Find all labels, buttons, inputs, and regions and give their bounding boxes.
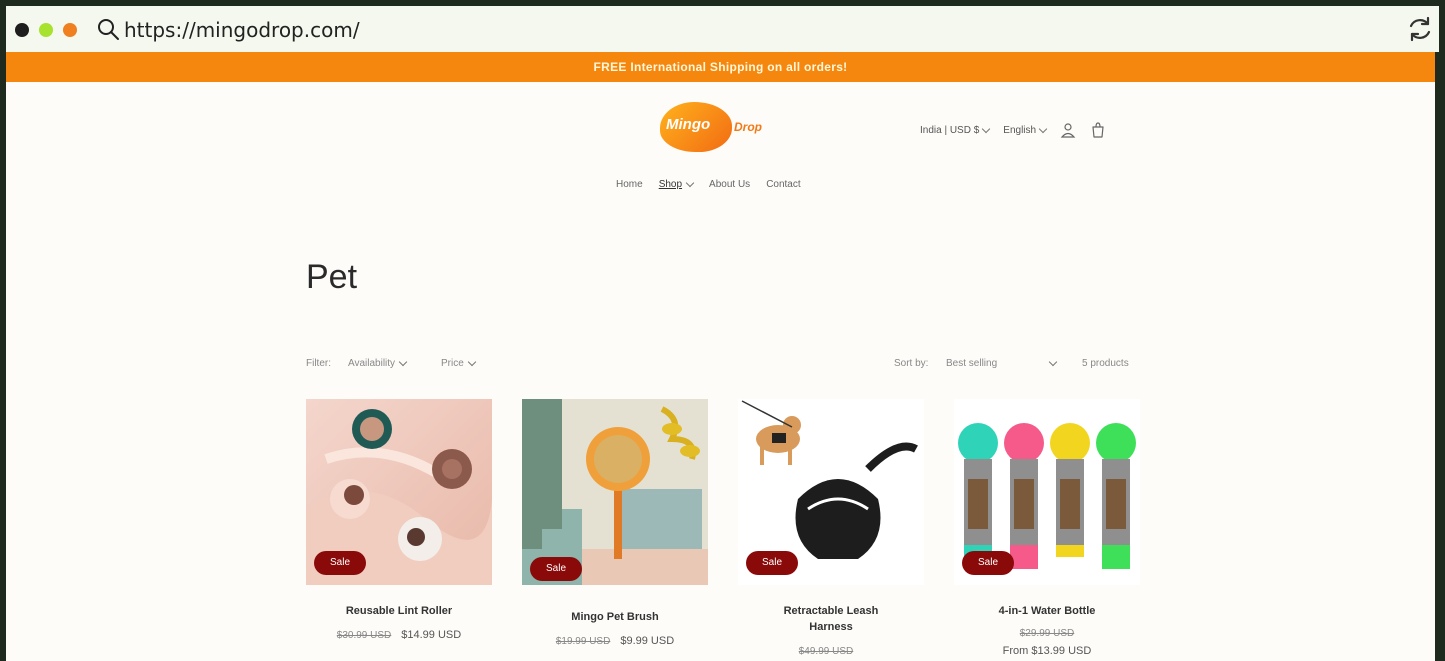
sale-price: $9.99 USD <box>620 635 675 647</box>
currency-label: India | USD $ <box>920 124 980 136</box>
refresh-icon[interactable] <box>1406 15 1434 43</box>
nav-item-shop[interactable]: Shop <box>658 178 695 190</box>
original-price: $29.99 USD <box>1019 628 1075 639</box>
product-price: $30.99 USD $14.99 USD <box>306 629 492 641</box>
product-name[interactable]: 4-in-1 Water Bottle <box>954 603 1140 619</box>
window-close-dot[interactable] <box>15 23 29 37</box>
sale-price: $14.99 USD <box>401 629 462 641</box>
original-price: $30.99 USD <box>336 630 392 641</box>
product-card[interactable]: Sale 4-in-1 Water Bottle $29.99 USD From… <box>954 399 1140 661</box>
nav-label: Home <box>616 179 643 190</box>
account-icon[interactable] <box>1060 122 1076 138</box>
sale-badge: Sale <box>962 551 1014 575</box>
nav-item-home[interactable]: Home <box>616 179 643 190</box>
chevron-down-icon <box>685 178 695 188</box>
product-price: $19.99 USD $9.99 USD <box>522 635 708 647</box>
main-navigation: Home Shop About Us Contact <box>616 178 801 190</box>
product-card[interactable]: Sale Retractable Leash Harness $49.99 US… <box>738 399 924 661</box>
logo-text-drop: Drop <box>734 120 762 134</box>
chevron-down-icon <box>467 357 477 367</box>
nav-item-contact[interactable]: Contact <box>766 179 800 190</box>
page-title: Pet <box>306 258 358 296</box>
sort-label: Sort by: <box>894 358 929 369</box>
language-selector[interactable]: English <box>1003 124 1048 136</box>
nav-item-about[interactable]: About Us <box>709 179 750 190</box>
address-bar-url[interactable]: https://mingodrop.com/ <box>124 18 360 42</box>
chevron-down-icon <box>982 124 991 133</box>
nav-label: Contact <box>766 179 801 190</box>
cart-icon[interactable] <box>1090 122 1106 138</box>
sale-badge: Sale <box>746 551 798 575</box>
chevron-down-icon <box>398 357 408 367</box>
price-filter[interactable]: Price <box>441 357 477 369</box>
sort-select[interactable]: Best selling <box>946 357 1058 369</box>
original-price: $49.99 USD <box>798 646 854 657</box>
filter-bar: Filter: Availability Price Sort by: Best… <box>306 357 1138 374</box>
product-original-price: $29.99 USD <box>954 627 1140 639</box>
window-maximize-dot[interactable] <box>63 23 77 37</box>
product-price: From $13.99 USD <box>1002 645 1092 657</box>
nav-label: About Us <box>709 179 751 190</box>
filter-option-label: Price <box>441 358 464 369</box>
availability-filter[interactable]: Availability <box>348 357 408 369</box>
window-minimize-dot[interactable] <box>39 23 53 37</box>
currency-selector[interactable]: India | USD $ <box>920 124 991 136</box>
browser-toolbar: https://mingodrop.com/ <box>6 6 1439 52</box>
product-name[interactable]: Retractable Leash Harness <box>738 603 924 635</box>
product-count: 5 products <box>1082 358 1129 369</box>
chevron-down-icon <box>1048 357 1058 367</box>
sale-badge: Sale <box>530 557 582 581</box>
sale-badge: Sale <box>314 551 366 575</box>
storefront-page: FREE International Shipping on all order… <box>6 52 1435 661</box>
product-card[interactable]: Sale Mingo Pet Brush $19.99 USD $9.99 USD <box>522 399 708 661</box>
chevron-down-icon <box>1038 124 1048 133</box>
site-logo[interactable]: Mingo Drop <box>660 102 782 156</box>
logo-text-mingo: Mingo <box>666 116 711 133</box>
product-name[interactable]: Reusable Lint Roller <box>306 603 492 619</box>
search-icon[interactable] <box>96 17 120 41</box>
product-price: $49.99 USD <box>738 645 924 657</box>
sort-value: Best selling <box>946 358 998 369</box>
product-card[interactable]: Sale Reusable Lint Roller $30.99 USD $14.… <box>306 399 492 661</box>
announcement-bar: FREE International Shipping on all order… <box>6 52 1435 82</box>
filter-option-label: Availability <box>348 358 396 369</box>
header-utilities: India | USD $ English <box>920 122 1106 138</box>
filter-label: Filter: <box>306 358 331 369</box>
language-label: English <box>1003 124 1037 136</box>
original-price: $19.99 USD <box>555 636 611 647</box>
product-name[interactable]: Mingo Pet Brush <box>522 609 708 625</box>
nav-label: Shop <box>658 179 683 190</box>
